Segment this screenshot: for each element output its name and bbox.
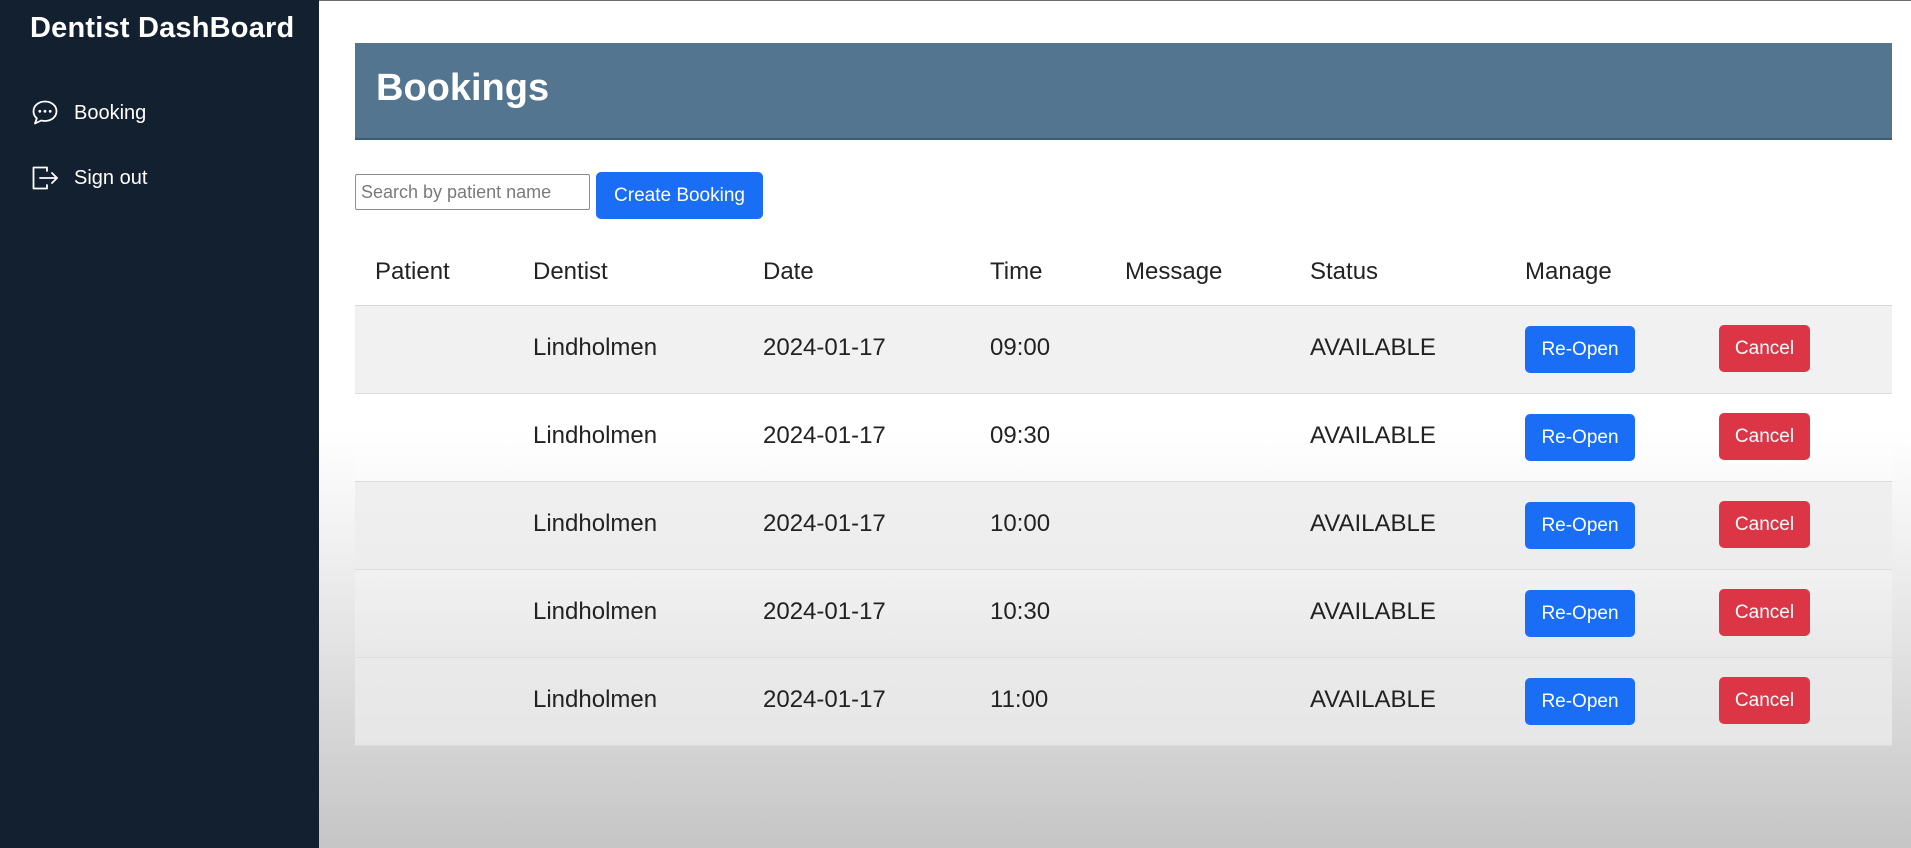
sidebar-item-booking[interactable]: Booking [30, 96, 146, 130]
cell-dentist: Lindholmen [533, 510, 658, 537]
cell-status: AVAILABLE [1310, 422, 1436, 449]
cell-date: 2024-01-17 [763, 598, 886, 625]
cell-time: 09:00 [990, 334, 1051, 361]
table-header: Patient Dentist Date Time Message Status… [355, 238, 1892, 306]
cell-status: AVAILABLE [1310, 334, 1436, 361]
cell-time: 10:30 [990, 598, 1051, 625]
page-header: Bookings [355, 43, 1892, 140]
cell-time: 10:00 [990, 510, 1051, 537]
reopen-button[interactable]: Re-Open [1525, 414, 1635, 461]
sign-out-icon [30, 163, 60, 193]
cell-status: AVAILABLE [1310, 686, 1436, 713]
app-root: Dentist DashBoard Booking Sign out Booki… [0, 0, 1911, 848]
cancel-button[interactable]: Cancel [1719, 501, 1810, 548]
sidebar-item-label: Booking [74, 101, 147, 124]
bookings-table: Patient Dentist Date Time Message Status… [355, 238, 1892, 746]
cell-date: 2024-01-17 [763, 422, 886, 449]
chat-bubble-icon [30, 98, 60, 128]
table-row: Lindholmen 2024-01-17 10:30 AVAILABLE Re… [355, 570, 1892, 658]
cell-dentist: Lindholmen [533, 334, 658, 361]
page-title: Bookings [376, 67, 550, 109]
sidebar: Dentist DashBoard Booking Sign out [0, 0, 319, 848]
cell-date: 2024-01-17 [763, 686, 886, 713]
brand-title: Dentist DashBoard [30, 12, 295, 44]
table-row: Lindholmen 2024-01-17 09:30 AVAILABLE Re… [355, 394, 1892, 482]
column-header-message: Message [1125, 258, 1223, 285]
table-row: Lindholmen 2024-01-17 11:00 AVAILABLE Re… [355, 658, 1892, 746]
column-header-time: Time [990, 258, 1043, 285]
column-header-date: Date [763, 258, 814, 285]
cell-status: AVAILABLE [1310, 510, 1436, 537]
main-content: Bookings Create Booking Patient Dentist … [319, 0, 1911, 848]
cancel-button[interactable]: Cancel [1719, 589, 1810, 636]
cell-date: 2024-01-17 [763, 334, 886, 361]
cell-date: 2024-01-17 [763, 510, 886, 537]
reopen-button[interactable]: Re-Open [1525, 326, 1635, 373]
reopen-button[interactable]: Re-Open [1525, 502, 1635, 549]
cell-status: AVAILABLE [1310, 598, 1436, 625]
cell-time: 11:00 [990, 686, 1049, 713]
sidebar-item-sign-out[interactable]: Sign out [30, 161, 147, 195]
create-booking-button[interactable]: Create Booking [596, 172, 763, 219]
column-header-manage: Manage [1525, 258, 1612, 285]
cancel-button[interactable]: Cancel [1719, 325, 1810, 372]
cancel-button[interactable]: Cancel [1719, 677, 1810, 724]
cell-time: 09:30 [990, 422, 1051, 449]
cell-dentist: Lindholmen [533, 598, 658, 625]
cell-dentist: Lindholmen [533, 686, 658, 713]
table-row: Lindholmen 2024-01-17 10:00 AVAILABLE Re… [355, 482, 1892, 570]
cancel-button[interactable]: Cancel [1719, 413, 1810, 460]
column-header-patient: Patient [375, 258, 450, 285]
reopen-button[interactable]: Re-Open [1525, 678, 1635, 725]
search-input[interactable] [355, 174, 590, 210]
column-header-dentist: Dentist [533, 258, 608, 285]
column-header-status: Status [1310, 258, 1379, 285]
cell-dentist: Lindholmen [533, 422, 658, 449]
sidebar-item-label: Sign out [74, 166, 148, 189]
reopen-button[interactable]: Re-Open [1525, 590, 1635, 637]
table-row: Lindholmen 2024-01-17 09:00 AVAILABLE Re… [355, 306, 1892, 394]
